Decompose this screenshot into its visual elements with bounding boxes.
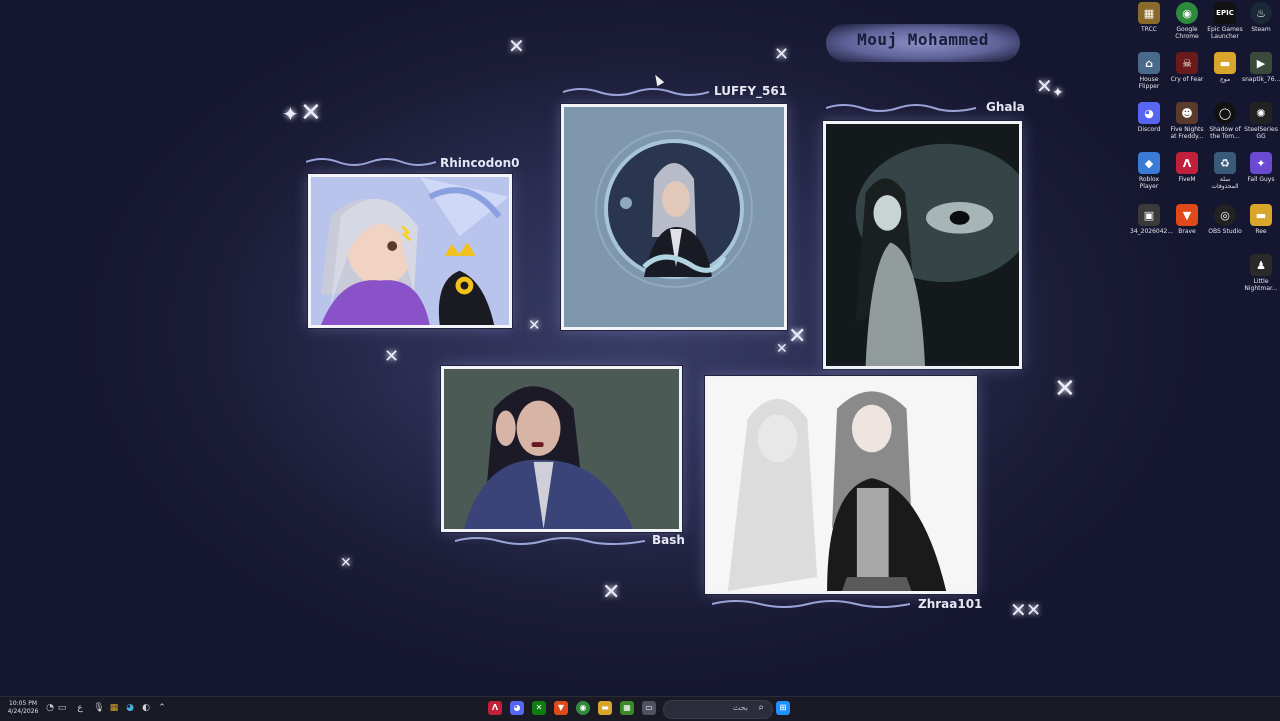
brave-icon: ▼ (1176, 204, 1198, 226)
tray-app-icon[interactable]: ▦ (108, 702, 120, 714)
desktop-icon-brave[interactable]: ▼ Brave (1168, 204, 1206, 235)
desktop-icon-discord[interactable]: ◕ Discord (1130, 102, 1168, 133)
taskbar-fivem-icon[interactable]: Λ (488, 701, 502, 715)
desktop-icon-steelseries[interactable]: ✺ SteelSeries GG (1242, 102, 1280, 140)
little-nightmares-icon: ♟ (1250, 254, 1272, 276)
sparkle-icon: ✕ (776, 341, 788, 357)
taskbar-minecraft-icon[interactable]: ▦ (620, 701, 634, 715)
windows-start-icon[interactable]: ⊞ (776, 701, 790, 715)
folder-icon: ▬ (1214, 52, 1236, 74)
sparkle-icon: ✕ (774, 44, 790, 65)
decorative-wave (712, 600, 910, 608)
sparkle-icon: ✕ (1026, 600, 1042, 621)
taskbar-discord-icon[interactable]: ◕ (510, 701, 524, 715)
desktop-icon-trcc[interactable]: ▦ TRCC (1130, 2, 1168, 33)
notification-icon[interactable]: ◔ (44, 702, 56, 714)
sparkle-icon: ✕ (340, 555, 352, 571)
sparkle-icon: ✕ (384, 346, 400, 367)
steam-icon: ♨ (1250, 2, 1272, 24)
artist-label: LUFFY_561 (714, 84, 788, 98)
tray-app-icon[interactable]: ◕ (124, 702, 136, 714)
microphone-icon[interactable]: 🎙 (93, 702, 105, 714)
sparkle-icon: ✕ (508, 34, 525, 58)
decorative-wave (826, 104, 976, 112)
sparkle-icon: ✕ (1036, 74, 1053, 98)
desktop-icon-house-flipper[interactable]: ⌂ House Flipper (1130, 52, 1168, 90)
artwork-bash (441, 366, 682, 532)
artwork-rhincodon0 (308, 174, 512, 328)
obs-icon: ◎ (1214, 204, 1236, 226)
shadow-tomb-raider-icon: ◯ (1214, 102, 1236, 124)
taskbar-task-view-icon[interactable]: ▭ (642, 701, 656, 715)
sparkle-icon: ✦ (1052, 85, 1064, 101)
desktop-icon-little-nightmares[interactable]: ♟ Little Nightmar... (1242, 254, 1280, 292)
desktop-icon-folder-ree[interactable]: ▬ Ree (1242, 204, 1280, 235)
desktop-icon-fall-guys[interactable]: ✦ Fall Guys (1242, 152, 1280, 183)
fnaf-icon: ☻ (1176, 102, 1198, 124)
language-indicator[interactable]: ع (74, 702, 86, 714)
taskbar-search-box[interactable]: بحث ⌕ (663, 700, 773, 719)
cry-of-fear-icon: ☠ (1176, 52, 1198, 74)
desktop-peek-icon[interactable]: ▭ (56, 702, 68, 714)
taskbar-file-explorer-icon[interactable]: ▬ (598, 701, 612, 715)
fall-guys-icon: ✦ (1250, 152, 1272, 174)
sparkle-icon: ✕ (1010, 598, 1027, 622)
artist-label: Ghala (986, 100, 1025, 114)
decorative-wave (455, 537, 645, 545)
desktop-icon-folder-mouj[interactable]: ▬ موج (1206, 52, 1244, 83)
taskbar-xbox-icon[interactable]: ✕ (532, 701, 546, 715)
fivem-icon: Λ (1176, 152, 1198, 174)
steelseries-icon: ✺ (1250, 102, 1272, 124)
artist-label: Bash (652, 533, 685, 547)
taskbar-brave-icon[interactable]: ▼ (554, 701, 568, 715)
desktop-icon-cry-of-fear[interactable]: ☠ Cry of Fear (1168, 52, 1206, 83)
artwork-luffy-561 (561, 104, 787, 330)
taskbar-clock[interactable]: 10:05 PM 4/24/2026 (6, 700, 40, 716)
desktop-icon-shadow-tomb-raider[interactable]: ◯ Shadow of the Tom... (1206, 102, 1244, 140)
desktop-icon-roblox[interactable]: ◆ Roblox Player (1130, 152, 1168, 190)
desktop-icon-recycle-bin[interactable]: ♻ سلة المحذوفات (1206, 152, 1244, 190)
artwork-zhraa101 (705, 376, 977, 594)
taskbar: 10:05 PM 4/24/2026 ◔ ▭ ع 🎙 ▦ ◕ ◐ ⌃ Λ ◕ ✕… (0, 696, 1280, 721)
decorative-wave (306, 158, 436, 166)
house-flipper-icon: ⌂ (1138, 52, 1160, 74)
wallpaper-title: Mouj Mohammed (857, 30, 989, 49)
desktop[interactable]: Mouj Mohammed ✕ ✕ ✦ ✕ ✕ ✦ ✕ ✕ ✕ ✕ ✕ ✕ ✕ … (0, 0, 1280, 696)
sparkle-icon: ✕ (528, 316, 541, 334)
sparkle-icon: ✕ (1054, 374, 1076, 404)
trcc-icon: ▦ (1138, 2, 1160, 24)
sparkle-icon: ✦ (282, 102, 299, 126)
desktop-icon-fivem[interactable]: Λ FiveM (1168, 152, 1206, 183)
roblox-icon: ◆ (1138, 152, 1160, 174)
sparkle-icon: ✕ (602, 580, 621, 605)
taskbar-chrome-icon[interactable]: ◉ (576, 701, 590, 715)
desktop-icon-epic-games[interactable]: EPIC Epic Games Launcher (1206, 2, 1244, 40)
tray-app-icon[interactable]: ◐ (140, 702, 152, 714)
show-hidden-icons-chevron-up-icon[interactable]: ⌃ (156, 702, 168, 714)
folder-icon: ▬ (1250, 204, 1272, 226)
discord-icon: ◕ (1138, 102, 1160, 124)
artwork-ghala (823, 121, 1022, 369)
recycle-bin-icon: ♻ (1214, 152, 1236, 174)
desktop-icon-image-file[interactable]: ▣ 34_2026042... (1130, 204, 1173, 235)
desktop-icon-steam[interactable]: ♨ Steam (1242, 2, 1280, 33)
sparkle-icon: ✕ (788, 324, 807, 349)
video-file-icon: ▶ (1250, 52, 1272, 74)
mouse-cursor (651, 72, 665, 87)
search-placeholder: بحث (732, 703, 748, 712)
artist-label: Zhraa101 (918, 597, 983, 611)
sparkle-icon: ✕ (300, 98, 322, 128)
artist-label: Rhincodon0 (440, 156, 520, 170)
desktop-icon-snaptik[interactable]: ▶ snaptik_76... (1242, 52, 1280, 83)
search-icon: ⌕ (758, 702, 764, 713)
image-file-icon: ▣ (1138, 204, 1160, 226)
decorative-wave (563, 88, 709, 96)
epic-games-icon: EPIC (1214, 2, 1236, 24)
chrome-icon: ◉ (1176, 2, 1198, 24)
desktop-icon-obs[interactable]: ◎ OBS Studio (1206, 204, 1244, 235)
desktop-icon-fnaf[interactable]: ☻ Five Nights at Freddy... (1168, 102, 1206, 140)
desktop-icon-chrome[interactable]: ◉ Google Chrome (1168, 2, 1206, 40)
